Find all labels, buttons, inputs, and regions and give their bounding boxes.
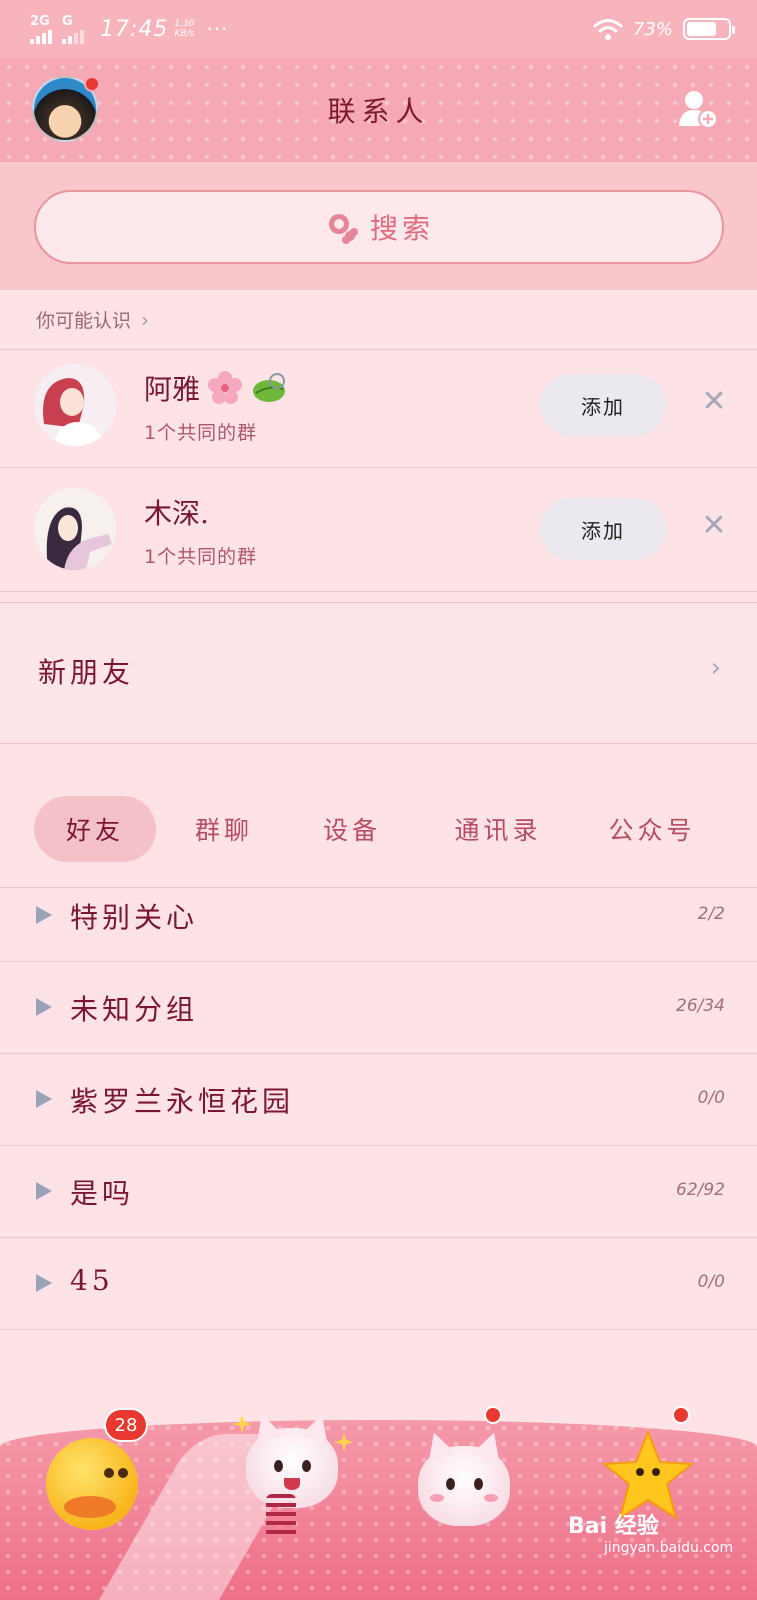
search-section: 搜索 [0, 162, 757, 290]
duck-eye [118, 1468, 128, 1478]
group-name: 特别关心 [70, 901, 199, 934]
search-input[interactable]: 搜索 [34, 190, 724, 264]
group-count: 0/0 [697, 1088, 725, 1108]
signal-bars-icon [62, 29, 84, 44]
clock: 17:45 [100, 16, 169, 42]
tab-official-accounts[interactable]: 公众号 [582, 796, 722, 862]
group-count: 62/92 [676, 1180, 725, 1200]
friend-group-row[interactable]: 紫罗兰永恒花园 0/0 [0, 1054, 757, 1146]
watermark-brand: Bai 经验 [568, 1514, 659, 1539]
group-count: 26/34 [676, 996, 725, 1016]
notification-dot [484, 1406, 502, 1424]
friend-group-row[interactable]: 特别关心 2/2 [0, 870, 757, 962]
friend-group-row[interactable]: 45 0/0 [0, 1238, 757, 1330]
cat-mouth [284, 1478, 300, 1490]
duck-beak [64, 1496, 116, 1518]
sparkle-icon [334, 1432, 354, 1452]
group-name: 未知分组 [70, 993, 199, 1026]
person-name: 木深. [144, 492, 209, 532]
messages-duck-icon[interactable] [46, 1438, 138, 1530]
group-count: 2/2 [697, 904, 725, 924]
chevron-right-icon: › [710, 653, 721, 683]
new-friends-row[interactable]: 新朋友 › [0, 602, 757, 744]
network-speed: 1.30 KB/s [174, 19, 194, 39]
unread-badge: 28 [104, 1408, 148, 1442]
watermark-url: jingyan.baidu.com [604, 1540, 734, 1556]
group-name: 45 [70, 1264, 114, 1297]
add-friend-button[interactable]: 添加 [540, 498, 666, 560]
search-icon [328, 214, 358, 244]
mutual-groups: 1个共同的群 [144, 422, 258, 444]
my-avatar[interactable] [32, 76, 100, 142]
wifi-icon [593, 19, 623, 40]
add-friend-button[interactable]: 添加 [540, 374, 666, 436]
friend-group-row[interactable]: 是吗 62/92 [0, 1146, 757, 1238]
notification-dot [672, 1406, 690, 1424]
status-bar: 2G G 17:45 1.30 KB/s ··· 73% [0, 0, 757, 58]
add-contact-icon[interactable] [677, 88, 719, 130]
battery-percent: 73% [632, 18, 673, 40]
cat-eye [274, 1460, 283, 1472]
cat-blush [484, 1494, 498, 1502]
cat-eye [446, 1478, 455, 1490]
person-avatar-image [34, 364, 116, 446]
suggested-person[interactable]: 阿雅 1个共同的群 添加 ✕ [0, 342, 757, 468]
expand-triangle-icon [36, 1274, 52, 1292]
new-friends-label: 新朋友 [38, 656, 135, 689]
maybe-know-header[interactable]: 你可能认识 › [0, 290, 757, 350]
duck-eye [104, 1468, 114, 1478]
maybe-know-title: 你可能认识 [36, 310, 132, 332]
sakura-icon [208, 371, 243, 404]
signal-label: 2G [30, 13, 50, 29]
person-name: 阿雅 [144, 368, 288, 408]
signal-indicator-2: G [62, 15, 84, 44]
close-icon[interactable]: ✕ [696, 508, 732, 544]
signal-bars-icon [30, 29, 52, 44]
group-count: 0/0 [697, 1272, 725, 1292]
tab-devices[interactable]: 设备 [292, 796, 412, 862]
page-title: 联系人 [327, 95, 430, 128]
cat-blush [430, 1494, 444, 1502]
tab-groups[interactable]: 群聊 [164, 796, 284, 862]
expand-triangle-icon [36, 998, 52, 1016]
more-notifications-icon: ··· [206, 17, 229, 41]
discover-cat-icon[interactable] [418, 1446, 510, 1526]
mutual-groups: 1个共同的群 [144, 546, 258, 568]
person-avatar [34, 488, 116, 570]
signal-label: G [62, 13, 73, 29]
speed-unit: KB/s [174, 29, 195, 39]
person-avatar [34, 364, 116, 446]
search-placeholder: 搜索 [369, 212, 434, 245]
signal-indicator-1: 2G [30, 15, 52, 44]
group-name: 是吗 [70, 1177, 135, 1210]
battery-icon [683, 18, 735, 40]
friend-group-row[interactable]: 未知分组 26/34 [0, 962, 757, 1054]
close-icon[interactable]: ✕ [696, 384, 732, 420]
group-name: 紫罗兰永恒花园 [70, 1085, 295, 1118]
spring-decoration [266, 1494, 296, 1538]
person-name-text: 阿雅 [144, 373, 201, 406]
header-bar: 联系人 [0, 58, 757, 162]
cat-eye [474, 1478, 483, 1490]
leaf-badge-icon [253, 373, 286, 402]
chevron-right-icon: › [141, 307, 150, 332]
cat-eye [302, 1460, 311, 1472]
tab-friends[interactable]: 好友 [34, 796, 156, 862]
person-avatar-image [34, 488, 116, 570]
speed-value: 1.30 [174, 19, 195, 29]
expand-triangle-icon [36, 1090, 52, 1108]
expand-triangle-icon [36, 1182, 52, 1200]
notification-dot [84, 76, 100, 92]
sparkle-icon [232, 1414, 252, 1434]
expand-triangle-icon [36, 906, 52, 924]
person-name-text: 木深. [144, 497, 209, 530]
battery-fill [687, 22, 717, 36]
suggested-person[interactable]: 木深. 1个共同的群 添加 ✕ [0, 466, 757, 592]
tab-address-book[interactable]: 通讯录 [428, 796, 568, 862]
